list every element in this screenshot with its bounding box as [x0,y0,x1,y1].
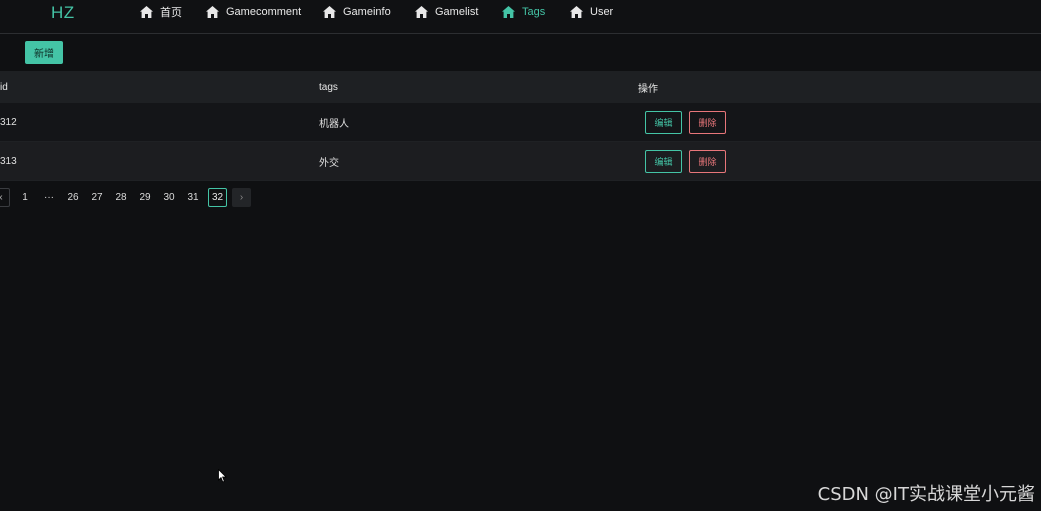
watermark: CSDN @IT实战课堂小元酱 [817,484,1035,505]
nav-item-label: User [590,6,614,18]
column-header-id: id [0,81,8,93]
cell-actions: 编辑 删除 [645,103,726,141]
table-row: 312 机器人 编辑 删除 [0,103,1041,142]
nav-item-label: Gamelist [435,6,479,18]
page-29[interactable]: 29 [136,188,154,207]
nav-item-tags[interactable]: Tags [502,0,545,24]
column-header-actions: 操作 [638,83,658,95]
nav-item-gamecomment[interactable]: Gamecomment [206,0,301,24]
next-page-button[interactable]: › [232,188,251,207]
page-1[interactable]: 1 [16,188,34,207]
table-row: 313 外交 编辑 删除 [0,142,1041,181]
edit-button[interactable]: 编辑 [645,110,682,134]
nav-item-home[interactable]: 首页 [140,0,182,24]
nav-item-label: Tags [522,6,546,18]
prev-page-button[interactable]: ‹ [0,188,10,207]
column-header-tags: tags [319,81,338,93]
page: HZ 首页 Gamecomment Gameinfo Gamelist Tags… [0,0,1041,511]
logo: HZ [51,3,75,22]
cell-id: 312 [0,116,17,128]
page-32-current[interactable]: 32 [208,188,227,207]
page-30[interactable]: 30 [160,188,178,207]
nav-item-label: Gameinfo [343,6,391,18]
delete-button[interactable]: 删除 [689,110,726,134]
cell-actions: 编辑 删除 [645,142,726,180]
tags-table: id tags 操作 312 机器人 编辑 删除 313 外交 编辑 删除 [0,71,1041,181]
page-27[interactable]: 27 [88,188,106,207]
page-26[interactable]: 26 [64,188,82,207]
nav-item-label: Gamecomment [226,6,302,18]
delete-button[interactable]: 删除 [689,149,726,173]
page-31[interactable]: 31 [184,188,202,207]
nav-item-label: 首页 [160,7,182,19]
home-icon [323,6,336,18]
nav-item-user[interactable]: User [570,0,613,24]
nav-item-gameinfo[interactable]: Gameinfo [323,0,391,24]
home-icon [570,6,583,18]
home-icon [502,6,515,18]
mouse-cursor-icon [218,468,227,483]
table-header: id tags 操作 [0,71,1041,103]
nav-item-gamelist[interactable]: Gamelist [415,0,478,24]
edit-button[interactable]: 编辑 [645,149,682,173]
page-28[interactable]: 28 [112,188,130,207]
add-button[interactable]: 新增 [25,41,63,64]
home-icon [415,6,428,18]
home-icon [206,6,219,18]
cell-id: 313 [0,155,17,167]
page-ellipsis[interactable]: ··· [40,188,58,207]
home-icon [140,6,153,18]
top-navbar: HZ 首页 Gamecomment Gameinfo Gamelist Tags… [0,0,1041,34]
cell-tags: 外交 [319,157,339,169]
cell-tags: 机器人 [319,118,349,130]
